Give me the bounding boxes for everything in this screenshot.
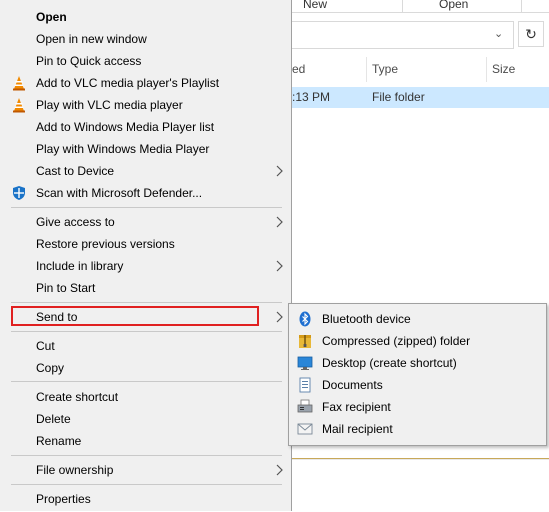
menu-item-label: Play with VLC media player <box>36 98 183 112</box>
menu-item-pin-to-quick-access[interactable]: Pin to Quick access <box>0 50 290 72</box>
chevron-right-icon <box>276 165 283 177</box>
menu-separator <box>11 381 282 382</box>
submenu-item-label: Desktop (create shortcut) <box>322 356 457 370</box>
submenu-item-label: Bluetooth device <box>322 312 411 326</box>
menu-separator <box>11 484 282 485</box>
vlc-icon <box>13 76 25 91</box>
submenu-item-label: Compressed (zipped) folder <box>322 334 471 348</box>
menu-item-label: Include in library <box>36 259 124 273</box>
ribbon-divider <box>402 0 403 12</box>
menu-item-label: Copy <box>36 361 65 375</box>
menu-item-label: File ownership <box>36 463 114 477</box>
menu-item-cut[interactable]: Cut <box>0 335 290 357</box>
zip-folder-icon <box>299 335 311 348</box>
menu-item-label: Create shortcut <box>36 390 119 404</box>
menu-separator <box>11 302 282 303</box>
menu-item-label: Give access to <box>36 215 115 229</box>
menu-item-open-in-new-window[interactable]: Open in new window <box>0 28 290 50</box>
menu-item-properties[interactable]: Properties <box>0 488 290 510</box>
context-menu: Open Open in new window Pin to Quick acc… <box>0 0 292 511</box>
menu-separator <box>11 207 282 208</box>
send-to-highlight-box <box>11 306 259 326</box>
menu-item-scan-with-defender[interactable]: Scan with Microsoft Defender... <box>0 182 290 204</box>
send-to-submenu: Bluetooth device Compressed (zipped) fol… <box>288 303 547 446</box>
defender-icon <box>13 186 25 200</box>
menu-item-label: Rename <box>36 434 82 448</box>
row-date-modified: :13 PM <box>292 90 331 104</box>
menu-separator <box>11 331 282 332</box>
desktop-icon <box>297 356 313 370</box>
column-header-size[interactable]: Size <box>492 57 515 82</box>
chevron-right-icon <box>276 216 283 228</box>
column-divider[interactable] <box>366 57 367 82</box>
menu-item-cast-to-device[interactable]: Cast to Device <box>0 160 290 182</box>
menu-item-label: Delete <box>36 412 71 426</box>
column-divider[interactable] <box>486 57 487 82</box>
menu-item-rename[interactable]: Rename <box>0 430 290 452</box>
address-bar[interactable] <box>292 21 514 49</box>
menu-item-give-access-to[interactable]: Give access to <box>0 211 290 233</box>
menu-item-create-shortcut[interactable]: Create shortcut <box>0 386 290 408</box>
menu-item-label: Cut <box>36 339 55 353</box>
chevron-right-icon <box>276 311 283 323</box>
submenu-item-mail-recipient[interactable]: Mail recipient <box>289 418 546 440</box>
menu-item-play-with-wmp[interactable]: Play with Windows Media Player <box>0 138 290 160</box>
menu-item-delete[interactable]: Delete <box>0 408 290 430</box>
menu-item-label: Pin to Quick access <box>36 54 142 68</box>
details-pane <box>292 459 549 512</box>
submenu-item-label: Documents <box>322 378 383 392</box>
menu-item-label: Cast to Device <box>36 164 115 178</box>
submenu-item-documents[interactable]: Documents <box>289 374 546 396</box>
menu-item-label: Add to Windows Media Player list <box>36 120 215 134</box>
column-header-date-modified[interactable]: ed <box>292 57 305 82</box>
ribbon-groups: New Open <box>292 0 549 13</box>
fax-icon <box>297 399 313 413</box>
menu-item-include-in-library[interactable]: Include in library <box>0 255 290 277</box>
ribbon-new-label: New <box>303 0 328 11</box>
menu-item-add-to-wmp-list[interactable]: Add to Windows Media Player list <box>0 116 290 138</box>
menu-item-label: Open <box>36 10 67 24</box>
menu-item-label: Pin to Start <box>36 281 96 295</box>
address-dropdown-icon[interactable]: ⌄ <box>494 27 503 40</box>
submenu-item-fax-recipient[interactable]: Fax recipient <box>289 396 546 418</box>
bluetooth-icon <box>299 311 311 327</box>
row-type: File folder <box>372 90 425 104</box>
menu-separator <box>11 455 282 456</box>
menu-item-label: Play with Windows Media Player <box>36 142 210 156</box>
menu-item-label: Restore previous versions <box>36 237 175 251</box>
chevron-right-icon <box>276 464 283 476</box>
submenu-item-label: Mail recipient <box>322 422 393 436</box>
submenu-item-compressed-folder[interactable]: Compressed (zipped) folder <box>289 330 546 352</box>
submenu-item-bluetooth-device[interactable]: Bluetooth device <box>289 308 546 330</box>
menu-item-add-to-vlc-playlist[interactable]: Add to VLC media player's Playlist <box>0 72 290 94</box>
menu-item-label: Open in new window <box>36 32 147 46</box>
menu-item-play-with-vlc[interactable]: Play with VLC media player <box>0 94 290 116</box>
ribbon-open-label: Open <box>439 0 469 11</box>
selected-file-row[interactable]: :13 PM File folder <box>292 87 549 108</box>
refresh-button[interactable]: ↻ <box>518 21 544 47</box>
submenu-item-label: Fax recipient <box>322 400 391 414</box>
vlc-icon <box>13 98 25 113</box>
ribbon-divider <box>521 0 522 12</box>
menu-item-label: Add to VLC media player's Playlist <box>36 76 220 90</box>
mail-icon <box>297 423 313 435</box>
refresh-icon: ↻ <box>525 26 537 42</box>
menu-item-restore-previous-versions[interactable]: Restore previous versions <box>0 233 290 255</box>
column-header-type[interactable]: Type <box>372 57 398 82</box>
menu-item-open[interactable]: Open <box>0 6 290 28</box>
menu-item-label: Scan with Microsoft Defender... <box>36 186 203 200</box>
menu-item-pin-to-start[interactable]: Pin to Start <box>0 277 290 299</box>
documents-icon <box>299 377 311 393</box>
submenu-item-desktop-shortcut[interactable]: Desktop (create shortcut) <box>289 352 546 374</box>
menu-item-label: Properties <box>36 492 91 506</box>
chevron-right-icon <box>276 260 283 272</box>
menu-item-copy[interactable]: Copy <box>0 357 290 379</box>
menu-item-file-ownership[interactable]: File ownership <box>0 459 290 481</box>
